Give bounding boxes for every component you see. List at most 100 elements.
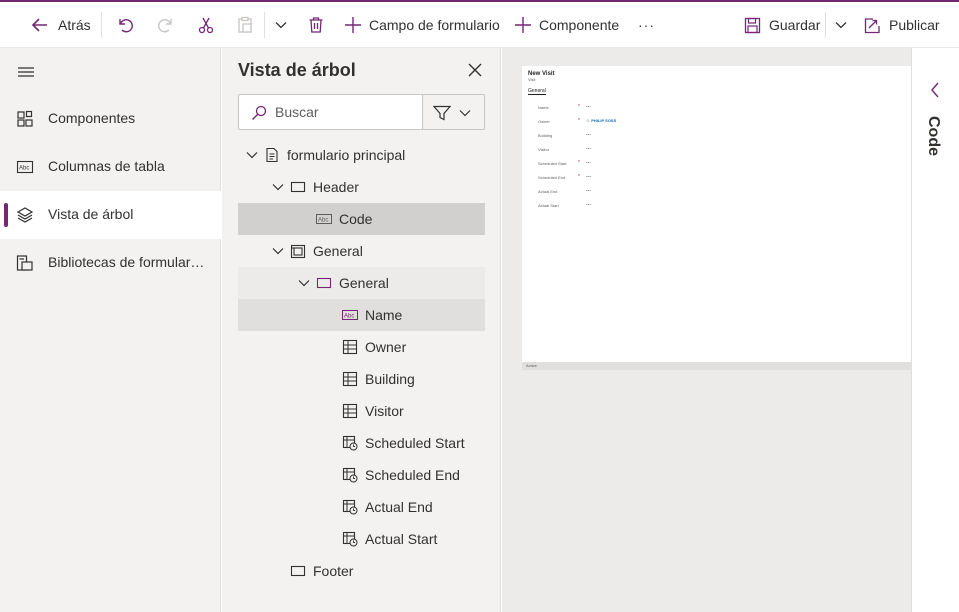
chevron-left-icon[interactable] xyxy=(930,82,940,98)
tree-node-actual-end-field[interactable]: Actual End xyxy=(238,491,485,523)
back-button[interactable]: Atrás xyxy=(30,2,91,48)
add-component-button[interactable]: Componente xyxy=(514,2,619,48)
tree-node-actual-start-field[interactable]: Actual Start xyxy=(238,523,485,555)
command-bar: Atrás Campo de formulario Componente ···… xyxy=(0,0,959,48)
tree-node-label: General xyxy=(339,275,389,291)
toolbar-divider xyxy=(825,12,826,38)
chevron-down-icon xyxy=(459,110,471,117)
preview-field-row[interactable]: Visitor --- xyxy=(538,146,738,154)
preview-field-label: Actual End xyxy=(538,189,558,194)
undo-icon xyxy=(119,19,133,33)
preview-tab-general[interactable]: General xyxy=(528,88,546,95)
hamburger-menu-button[interactable] xyxy=(18,65,34,79)
nav-item-table-columns[interactable]: Abc Columnas de tabla xyxy=(0,143,221,191)
add-form-field-button[interactable]: Campo de formulario xyxy=(344,2,500,48)
preview-field-row[interactable]: Building --- xyxy=(538,132,738,140)
tree-node-code-field[interactable]: Abc Code xyxy=(238,203,485,235)
form-icon xyxy=(266,147,278,163)
tree-search-box[interactable] xyxy=(238,94,423,130)
required-marker: * xyxy=(578,118,580,124)
tree-node-label: General xyxy=(313,243,363,259)
table-columns-icon: Abc xyxy=(16,160,34,174)
paste-options-dropdown[interactable] xyxy=(274,2,288,48)
required-marker: * xyxy=(578,104,580,110)
preview-field-row[interactable]: Actual End --- xyxy=(538,188,738,196)
tree-node-label: Visitor xyxy=(365,403,404,419)
svg-text:Abc: Abc xyxy=(19,166,29,172)
required-marker: * xyxy=(578,174,580,180)
properties-panel-title: Code xyxy=(925,116,942,156)
save-button[interactable]: Guardar xyxy=(744,2,820,48)
tree-node-main-form[interactable]: formulario principal xyxy=(238,139,485,171)
tree-node-general-tab[interactable]: General xyxy=(238,235,485,267)
preview-field-value: --- xyxy=(586,174,591,180)
tree-node-header-section[interactable]: Header xyxy=(238,171,485,203)
components-icon xyxy=(17,110,33,127)
section-icon xyxy=(290,181,306,193)
paste-button[interactable] xyxy=(236,2,254,48)
nav-item-tree-view[interactable]: Vista de árbol xyxy=(0,191,221,239)
redo-icon xyxy=(158,19,172,33)
preview-field-row[interactable]: Name * --- xyxy=(538,104,738,112)
chevron-down-icon[interactable] xyxy=(246,149,258,161)
publish-label: Publicar xyxy=(889,17,940,33)
properties-panel-collapsed[interactable]: Code xyxy=(911,48,959,612)
undo-button[interactable] xyxy=(116,2,134,48)
hamburger-icon xyxy=(18,67,34,77)
nav-item-label: Vista de árbol xyxy=(48,206,134,222)
search-input[interactable] xyxy=(275,103,415,121)
tree-view-panel: Vista de árbol formulario principal Head… xyxy=(222,48,501,612)
tree-node-footer-section[interactable]: Footer xyxy=(238,555,485,587)
clipboard-icon xyxy=(238,16,252,33)
nav-item-components[interactable]: Componentes xyxy=(0,95,221,143)
preview-field-value: --- xyxy=(586,132,591,138)
tree-node-general-section[interactable]: General xyxy=(238,267,485,299)
chevron-down-icon[interactable] xyxy=(272,245,284,257)
more-icon: ··· xyxy=(638,17,655,33)
preview-field-value: --- xyxy=(586,146,591,152)
back-label: Atrás xyxy=(58,17,91,33)
tree-node-label: Building xyxy=(365,371,415,387)
preview-field-row[interactable]: Actual Start --- xyxy=(538,202,738,210)
tab-icon xyxy=(290,244,306,259)
preview-field-row[interactable]: Scheduled End * --- xyxy=(538,174,738,182)
filter-icon xyxy=(433,105,451,121)
close-panel-button[interactable] xyxy=(468,63,482,77)
preview-field-label: Visitor xyxy=(538,147,550,152)
form-libraries-icon xyxy=(16,255,33,271)
preview-field-row[interactable]: Scheduled Start * --- xyxy=(538,160,738,168)
tree-node-visitor-field[interactable]: Visitor xyxy=(238,395,485,427)
publish-button[interactable]: Publicar xyxy=(864,2,940,48)
tree-node-label: Actual End xyxy=(365,499,433,515)
filter-button[interactable] xyxy=(423,94,485,130)
datetime-field-icon xyxy=(342,499,358,515)
form-preview[interactable]: New Visit Visit General Name * --- Owner… xyxy=(522,66,911,362)
preview-footer-status: Active xyxy=(526,363,537,368)
save-options-dropdown[interactable] xyxy=(834,2,848,48)
tree-node-name-field[interactable]: Abc Name xyxy=(238,299,485,331)
trash-icon xyxy=(309,17,323,33)
lookup-field-icon xyxy=(342,371,358,387)
more-commands-button[interactable]: ··· xyxy=(638,2,655,48)
nav-item-form-libraries[interactable]: Bibliotecas de formularios xyxy=(0,239,221,287)
tree-node-label: Scheduled Start xyxy=(365,435,465,451)
redo-button[interactable] xyxy=(157,2,175,48)
section-icon xyxy=(316,277,332,289)
preview-field-row[interactable]: Owner * ☺ PHILIP SOSS xyxy=(538,118,738,126)
tree-node-scheduled-start-field[interactable]: Scheduled Start xyxy=(238,427,485,459)
chevron-down-icon[interactable] xyxy=(272,181,284,193)
chevron-down-icon[interactable] xyxy=(298,277,310,289)
tree-node-owner-field[interactable]: Owner xyxy=(238,331,485,363)
user-icon: ☺ xyxy=(586,118,591,123)
preview-footer[interactable]: Active xyxy=(522,362,911,370)
chevron-down-icon xyxy=(275,22,287,29)
owner-name: PHILIP SOSS xyxy=(591,118,617,123)
cut-button[interactable] xyxy=(197,2,215,48)
tree-node-scheduled-end-field[interactable]: Scheduled End xyxy=(238,459,485,491)
preview-field-label: Name xyxy=(538,105,549,110)
delete-button[interactable] xyxy=(307,2,325,48)
nav-item-label: Componentes xyxy=(48,110,136,126)
tree-node-building-field[interactable]: Building xyxy=(238,363,485,395)
tree-node-label: Footer xyxy=(313,563,354,579)
nav-item-label: Columnas de tabla xyxy=(48,158,165,174)
